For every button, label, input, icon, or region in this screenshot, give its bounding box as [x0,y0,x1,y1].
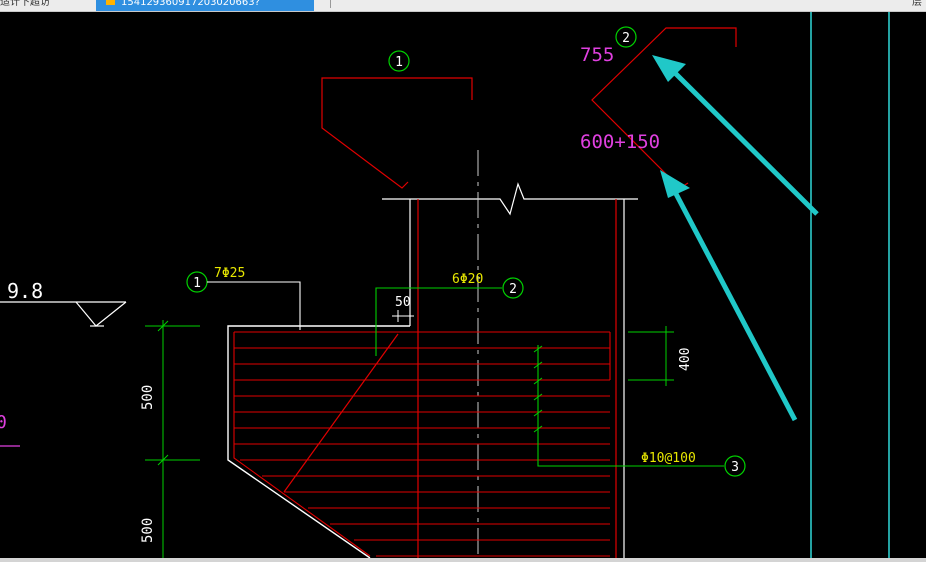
tab-active[interactable]: 154129360917203020663? [96,0,314,11]
elevation-text: 9.8 [7,279,43,303]
marker-1-left-text: 1 [193,276,201,291]
tab-previous[interactable]: 适计下超访 [0,0,88,11]
cad-drawing: 1 2 755 600+150 9.8 0 1 7Φ25 2 6Φ20 50 4… [0,12,926,559]
dim-600-150: 600+150 [580,131,660,153]
file-icon [106,0,115,5]
rebar-6-20: 6Φ20 [452,272,483,287]
dim-755: 755 [580,44,614,66]
status-bar [0,558,926,562]
left-edge-text: 0 [0,412,7,433]
tab-right[interactable]: 层 [908,0,922,11]
marker-1-top-text: 1 [395,55,403,70]
tab-separator [330,0,331,8]
dim-400: 400 [678,348,693,371]
dim-50: 50 [395,295,411,310]
tab-previous-label: 适计下超访 [0,0,50,8]
marker-2-mid-text: 2 [509,282,517,297]
drawing-canvas[interactable]: 1 2 755 600+150 9.8 0 1 7Φ25 2 6Φ20 50 4… [0,12,926,559]
dim-500-upper: 500 [140,385,156,410]
tab-active-label: 154129360917203020663? [121,0,260,8]
marker-3-text: 3 [731,460,739,475]
rebar-7-25: 7Φ25 [214,266,245,281]
tab-right-label: 层 [912,0,922,8]
tab-bar: 适计下超访 154129360917203020663? 层 [0,0,926,12]
dim-500-lower: 500 [140,518,156,543]
marker-2-top-text: 2 [622,31,630,46]
rebar-10-100: Φ10@100 [641,451,696,466]
